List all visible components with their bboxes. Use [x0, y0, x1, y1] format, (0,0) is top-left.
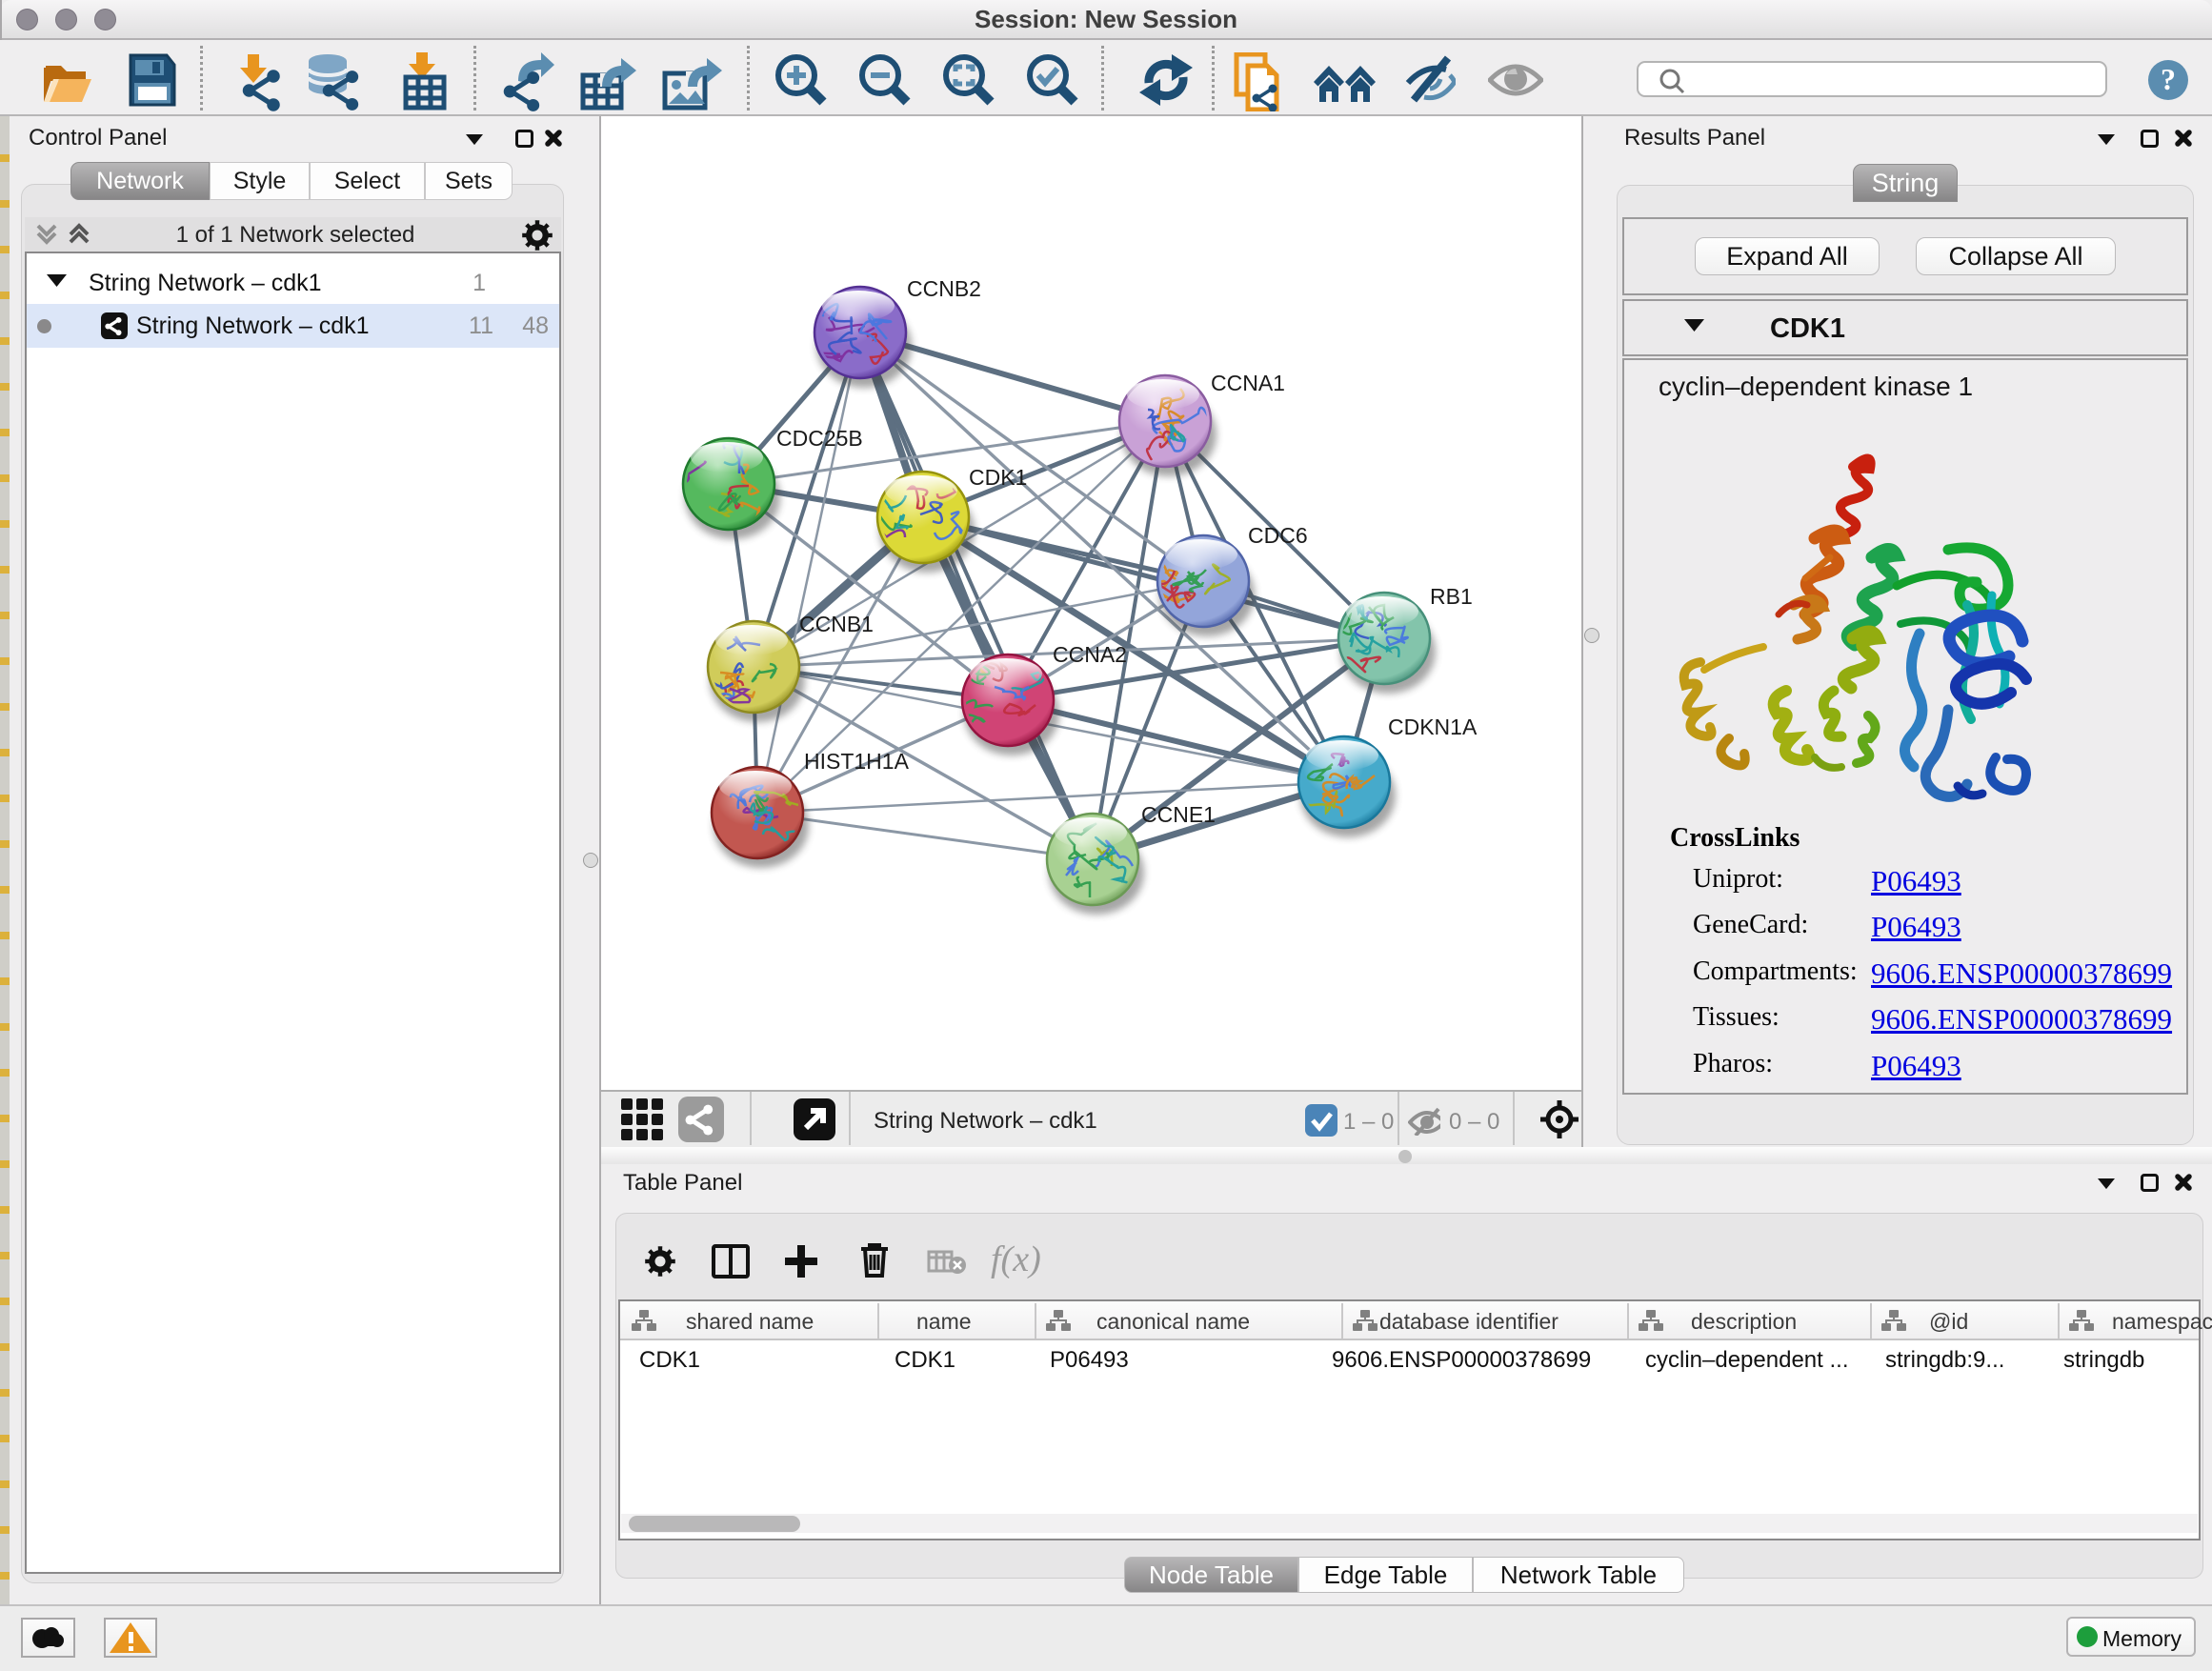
svg-text:RB1: RB1: [1430, 584, 1473, 609]
svg-text:HIST1H1A: HIST1H1A: [804, 749, 910, 774]
svg-text:CDKN1A: CDKN1A: [1388, 715, 1478, 739]
svg-text:CCNA1: CCNA1: [1211, 371, 1285, 395]
svg-text:CDC6: CDC6: [1248, 523, 1308, 548]
svg-text:CCNB1: CCNB1: [799, 612, 874, 636]
svg-text:CCNE1: CCNE1: [1141, 802, 1216, 827]
svg-text:CCNB2: CCNB2: [907, 276, 981, 301]
svg-text:CDC25B: CDC25B: [776, 426, 863, 451]
svg-text:CDK1: CDK1: [969, 465, 1027, 490]
svg-text:CCNA2: CCNA2: [1053, 642, 1127, 667]
svg-text:?: ?: [2161, 62, 2176, 96]
